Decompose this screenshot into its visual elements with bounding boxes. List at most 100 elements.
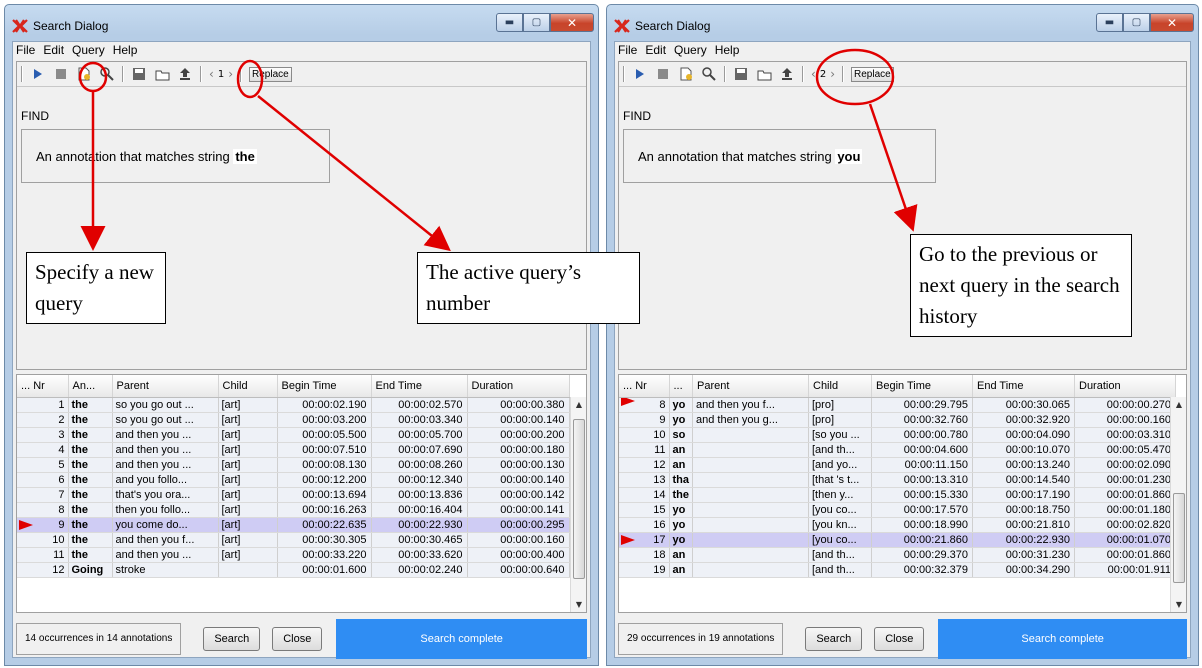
run-query-button[interactable] xyxy=(30,66,46,82)
column-header[interactable]: Parent xyxy=(112,375,219,398)
table-row[interactable]: 10 so [so you ... 00:00:00.780 00:00:04.090 0… xyxy=(619,427,1176,443)
column-header[interactable]: ... Nr xyxy=(17,375,69,398)
table-row[interactable]: 16 yo [you kn... 00:00:18.990 00:00:21.810 00… xyxy=(619,517,1176,533)
menu-file[interactable]: File xyxy=(16,42,35,59)
maximize-button[interactable]: ▢ xyxy=(1123,13,1150,32)
table-row[interactable]: 18 an [and th... 00:00:29.370 00:00:31.230 00… xyxy=(619,547,1176,563)
table-row[interactable]: 4 the and then you ... [art] 00:00:07.510 00:… xyxy=(17,442,570,458)
previous-query-icon[interactable]: ‹ xyxy=(811,67,816,81)
menu-help[interactable]: Help xyxy=(113,42,138,59)
scroll-down-icon[interactable]: ▼ xyxy=(1171,597,1186,612)
table-cell: 00:00:02.820 xyxy=(1074,517,1176,533)
cell-text: 00:00:00.130 xyxy=(500,458,565,471)
next-query-icon[interactable]: › xyxy=(830,67,835,81)
menu-file[interactable]: File xyxy=(618,42,637,59)
column-header[interactable]: Begin Time xyxy=(277,375,372,398)
column-header[interactable]: Begin Time xyxy=(871,375,973,398)
new-query-button[interactable] xyxy=(678,66,694,82)
table-row[interactable]: 11 the and then you ... [art] 00:00:33.220 00… xyxy=(17,547,570,563)
close-window-button[interactable]: ✕ xyxy=(1150,13,1194,32)
column-header[interactable]: Duration xyxy=(1074,375,1176,398)
run-query-button[interactable] xyxy=(632,66,648,82)
cell-text: 00:00:04.090 xyxy=(1005,428,1070,441)
scroll-up-icon[interactable]: ▲ xyxy=(571,397,586,412)
column-header[interactable]: Child xyxy=(808,375,872,398)
table-row[interactable]: 17 yo [you co... 00:00:21.860 00:00:22.930 00… xyxy=(619,532,1176,548)
stop-query-button[interactable] xyxy=(655,66,671,82)
table-row[interactable]: 8 yo and then you f... [pro] 00:00:29.795 00:… xyxy=(619,397,1176,413)
close-button[interactable]: Close xyxy=(272,627,323,651)
table-row[interactable]: 7 the that's you ora... [art] 00:00:13.694 00… xyxy=(17,487,570,503)
table-row[interactable]: 11 an [and th... 00:00:04.600 00:00:10.070 00… xyxy=(619,442,1176,458)
table-cell: [then y... xyxy=(808,487,872,503)
vertical-scrollbar[interactable]: ▲ ▼ xyxy=(570,397,586,612)
export-button[interactable] xyxy=(733,66,749,82)
save-query-button[interactable] xyxy=(177,66,193,82)
open-query-button[interactable] xyxy=(756,66,772,82)
minimize-button[interactable]: ▬ xyxy=(496,13,523,32)
table-row[interactable]: 6 the and you follo... [art] 00:00:12.200 00:… xyxy=(17,472,570,488)
cell-text: [and th... xyxy=(812,443,855,456)
previous-query-icon[interactable]: ‹ xyxy=(209,67,214,81)
find-button[interactable] xyxy=(99,66,115,82)
menu-query[interactable]: Query xyxy=(72,42,105,59)
minimize-button[interactable]: ▬ xyxy=(1096,13,1123,32)
replace-button[interactable]: Replace xyxy=(851,66,894,82)
column-header[interactable]: ... Nr xyxy=(619,375,670,398)
close-button[interactable]: Close xyxy=(874,627,925,651)
column-header[interactable]: End Time xyxy=(371,375,468,398)
table-row[interactable]: 13 tha [that 's t... 00:00:13.310 00:00:14.5… xyxy=(619,472,1176,488)
menu-edit[interactable]: Edit xyxy=(43,42,64,59)
close-window-button[interactable]: ✕ xyxy=(550,13,594,32)
table-row[interactable]: 5 the and then you ... [art] 00:00:08.130 00:… xyxy=(17,457,570,473)
column-header[interactable]: Parent xyxy=(692,375,809,398)
table-cell: 00:00:00.380 xyxy=(467,397,570,413)
table-row[interactable]: 8 the then you follo... [art] 00:00:16.263 00… xyxy=(17,502,570,518)
table-cell: 00:00:01.230 xyxy=(1074,472,1176,488)
table-row[interactable]: 12 Going stroke 00:00:01.600 00:00:02.240 00:… xyxy=(17,562,570,578)
column-header[interactable]: An... xyxy=(68,375,113,398)
scrollbar-thumb[interactable] xyxy=(573,419,585,579)
search-button[interactable]: Search xyxy=(203,627,261,651)
menu-edit[interactable]: Edit xyxy=(645,42,666,59)
save-query-button[interactable] xyxy=(779,66,795,82)
scroll-up-icon[interactable]: ▲ xyxy=(1171,397,1186,412)
query-description[interactable]: An annotation that matches string you xyxy=(623,129,936,183)
menu-help[interactable]: Help xyxy=(715,42,740,59)
toolbar-grip xyxy=(21,66,23,82)
column-header[interactable]: Duration xyxy=(467,375,570,398)
cell-text: 00:00:22.930 xyxy=(398,518,463,531)
maximize-button[interactable]: ▢ xyxy=(523,13,550,32)
open-query-button[interactable] xyxy=(154,66,170,82)
search-button[interactable]: Search xyxy=(805,627,863,651)
table-row[interactable]: 3 the and then you ... [art] 00:00:05.500 00:… xyxy=(17,427,570,443)
replace-button[interactable]: Replace xyxy=(249,66,292,82)
export-button[interactable] xyxy=(131,66,147,82)
stop-query-button[interactable] xyxy=(53,66,69,82)
table-row[interactable]: 15 yo [you co... 00:00:17.570 00:00:18.750 00… xyxy=(619,502,1176,518)
scroll-down-icon[interactable]: ▼ xyxy=(571,597,586,612)
table-row[interactable]: 12 an [and yo... 00:00:11.150 00:00:13.240 00… xyxy=(619,457,1176,473)
vertical-scrollbar[interactable]: ▲ ▼ xyxy=(1170,397,1186,612)
cell-text: 00:00:14.540 xyxy=(1005,473,1070,486)
column-header[interactable]: End Time xyxy=(972,375,1075,398)
scrollbar-thumb[interactable] xyxy=(1173,493,1185,583)
menu-query[interactable]: Query xyxy=(674,42,707,59)
next-query-icon[interactable]: › xyxy=(228,67,233,81)
column-header[interactable]: ... xyxy=(669,375,693,398)
table-cell: and you follo... xyxy=(112,472,219,488)
table-row[interactable]: 19 an [and th... 00:00:32.379 00:00:34.290 00… xyxy=(619,562,1176,578)
table-row[interactable]: 9 the you come do... [art] 00:00:22.635 00:00… xyxy=(17,517,570,533)
new-query-button[interactable] xyxy=(76,66,92,82)
table-row[interactable]: 1 the so you go out ... [art] 00:00:02.190 00… xyxy=(17,397,570,413)
column-header[interactable]: Child xyxy=(218,375,278,398)
cell-text: 00:00:01.600 xyxy=(302,563,367,576)
table-row[interactable]: 9 yo and then you g... [pro] 00:00:32.760 00:… xyxy=(619,412,1176,428)
occurrence-count: 29 occurrences in 19 annotations xyxy=(618,623,784,655)
cell-text: and then you ... xyxy=(115,548,192,561)
table-row[interactable]: 10 the and then you f... [art] 00:00:30.305 0… xyxy=(17,532,570,548)
query-description[interactable]: An annotation that matches string the xyxy=(21,129,330,183)
table-row[interactable]: 2 the so you go out ... [art] 00:00:03.200 00… xyxy=(17,412,570,428)
find-button[interactable] xyxy=(701,66,717,82)
table-row[interactable]: 14 the [then y... 00:00:15.330 00:00:17.190 0… xyxy=(619,487,1176,503)
